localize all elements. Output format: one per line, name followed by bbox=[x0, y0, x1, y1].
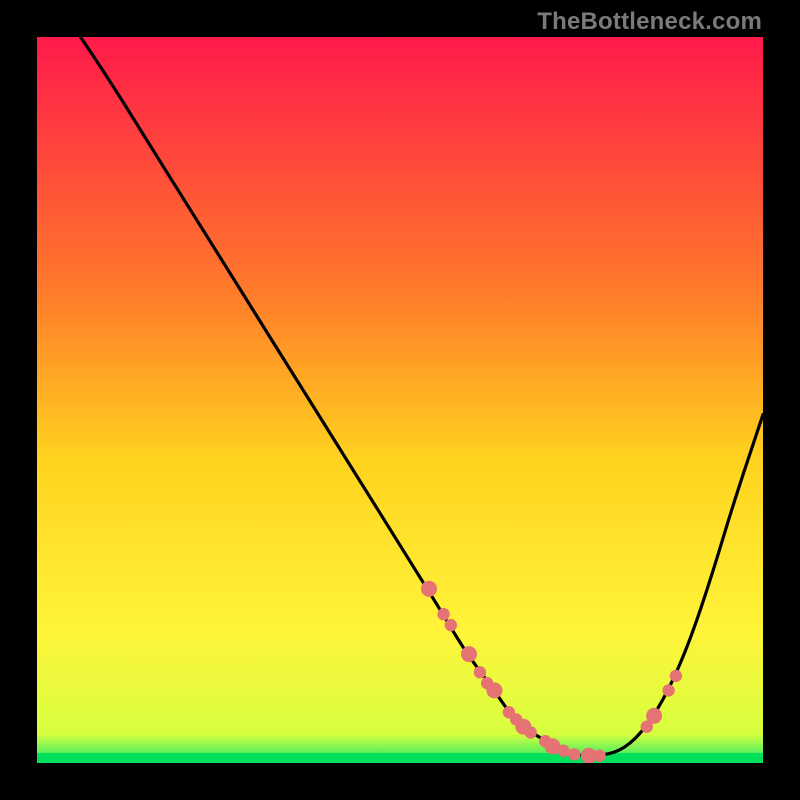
data-point bbox=[568, 748, 580, 760]
data-point bbox=[557, 745, 569, 757]
data-point bbox=[525, 726, 537, 738]
data-point bbox=[486, 682, 502, 698]
bottom-green-band bbox=[37, 753, 763, 763]
data-point bbox=[670, 670, 682, 682]
watermark-text: TheBottleneck.com bbox=[537, 8, 762, 36]
data-point bbox=[437, 608, 449, 620]
gradient-background bbox=[37, 37, 763, 763]
data-point bbox=[646, 708, 662, 724]
data-point bbox=[461, 646, 477, 662]
chart-plot-area bbox=[37, 37, 763, 763]
data-point bbox=[474, 666, 486, 678]
data-point bbox=[445, 619, 457, 631]
data-point bbox=[662, 684, 674, 696]
data-point bbox=[593, 750, 605, 762]
chart-svg bbox=[37, 37, 763, 763]
data-point bbox=[421, 581, 437, 597]
